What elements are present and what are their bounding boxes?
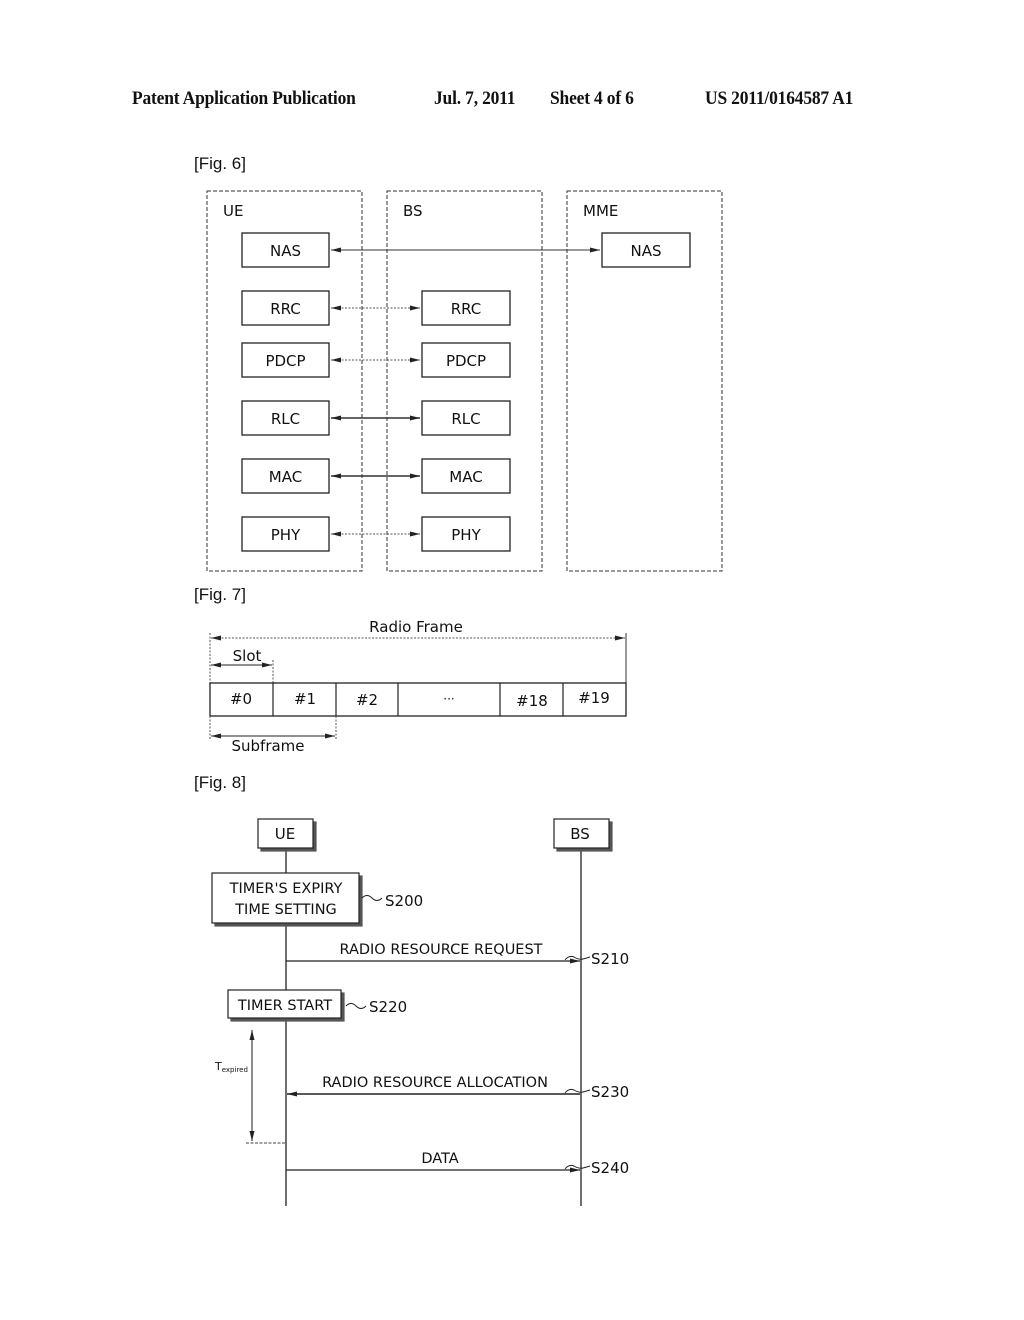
step-s220-id: S220 — [369, 998, 407, 1016]
mme-layer-nas: NAS — [601, 232, 691, 268]
step-s230-text: RADIO RESOURCE ALLOCATION — [322, 1075, 548, 1091]
step-s220-text: TIMER START — [237, 998, 332, 1014]
step-s200-text-line2: TIME SETTING — [234, 902, 337, 918]
layer-label: RLC — [451, 410, 480, 428]
slot-cell-19: #19 — [578, 689, 610, 707]
layer-label: PHY — [271, 526, 301, 544]
slot-label: Slot — [233, 647, 262, 665]
figures-canvas: UE BS MME NAS RRC PDCP RLC MAC PHY RRC P… — [206, 190, 723, 1206]
bs-layer-rlc: RLC — [421, 400, 511, 436]
step-s200-leader — [361, 895, 383, 901]
bs-entity-label: BS — [403, 202, 423, 220]
layer-label: NAS — [630, 242, 661, 260]
timer-label-subscript: expired — [222, 1066, 248, 1074]
slot-cell-2: #2 — [356, 691, 378, 709]
layer-label: MAC — [269, 468, 302, 486]
ue-layer-rrc: RRC — [241, 290, 330, 326]
layer-label: MAC — [449, 468, 482, 486]
bs-layer-pdcp: PDCP — [421, 342, 511, 378]
slot-cell-1: #1 — [294, 690, 316, 708]
step-s240-leader — [564, 1164, 591, 1170]
step-s210-text: RADIO RESOURCE REQUEST — [339, 942, 542, 958]
timer-label: Texpired — [214, 1060, 248, 1074]
step-s230-leader — [564, 1088, 591, 1094]
layer-label: PDCP — [265, 352, 305, 370]
bs-layer-phy: PHY — [421, 516, 511, 552]
step-s200-text-line1: TIMER'S EXPIRY — [229, 881, 343, 897]
ue-entity-label: UE — [223, 202, 243, 220]
bs-layer-mac: MAC — [421, 458, 511, 494]
bs-entity-box — [386, 190, 543, 572]
step-s210-leader — [564, 955, 591, 961]
mme-entity-label: MME — [583, 202, 618, 220]
subframe-label: Subframe — [231, 737, 304, 755]
step-s200-id: S200 — [385, 892, 423, 910]
step-s220-leader — [345, 1003, 367, 1009]
step-s240-text: DATA — [421, 1151, 458, 1167]
fig8-diagram: UE BS TIMER'S EXPIRY TIME SETTING S200 R… — [211, 818, 629, 1206]
slot-cell-0: #0 — [230, 690, 252, 708]
fig6-diagram: UE BS MME NAS RRC PDCP RLC MAC PHY RRC P… — [206, 190, 723, 572]
ue-layer-rlc: RLC — [241, 400, 330, 436]
radio-frame-label: Radio Frame — [369, 618, 463, 636]
step-s240-id: S240 — [591, 1159, 629, 1177]
step-s230-id: S230 — [591, 1083, 629, 1101]
bs-layer-rrc: RRC — [421, 290, 511, 326]
fig7-diagram: Radio Frame Slot #0 #1 #2 ··· #18 #19 Su… — [209, 618, 627, 755]
ue-layer-mac: MAC — [241, 458, 330, 494]
actor-ue-label: UE — [275, 825, 295, 843]
layer-label: PDCP — [446, 352, 486, 370]
layer-label: RRC — [451, 300, 482, 318]
layer-label: NAS — [270, 242, 301, 260]
ue-layer-pdcp: PDCP — [241, 342, 330, 378]
step-s210-id: S210 — [591, 950, 629, 968]
layer-label: PHY — [451, 526, 481, 544]
layer-label: RLC — [271, 410, 300, 428]
layer-label: RRC — [270, 300, 301, 318]
ue-layer-nas: NAS — [241, 232, 330, 268]
actor-bs-label: BS — [570, 825, 590, 843]
slot-cell-18: #18 — [516, 692, 548, 710]
ue-layer-phy: PHY — [241, 516, 330, 552]
slot-cell-ellipsis: ··· — [443, 692, 454, 706]
